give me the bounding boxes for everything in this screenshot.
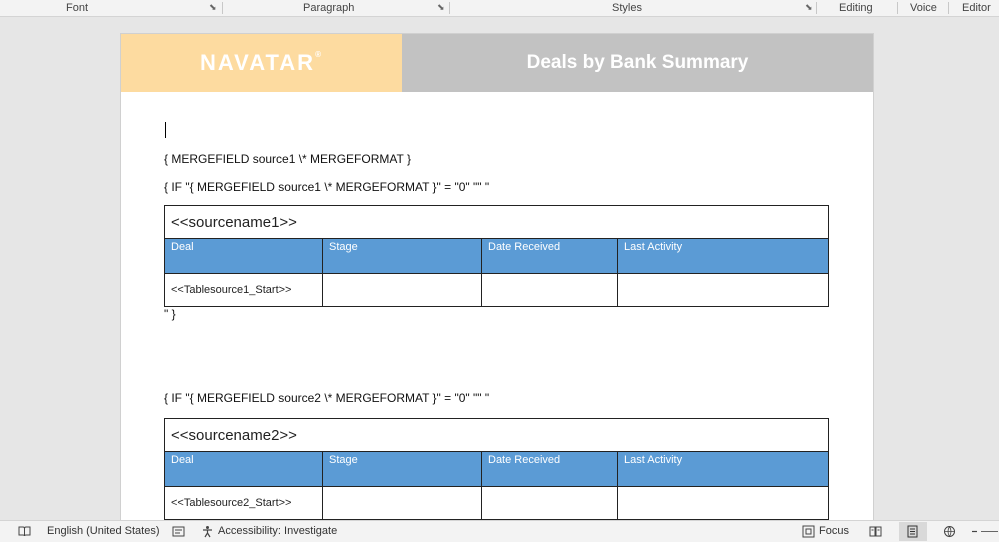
read-mode-icon[interactable] <box>869 525 882 538</box>
ribbon-group-labels: Font ⬊ Paragraph ⬊ Styles ⬊ Editing Voic… <box>0 0 999 17</box>
text-predictions-icon[interactable] <box>172 525 185 538</box>
if-source2-line[interactable]: { IF "{ MERGEFIELD source2 \* MERGEFORMA… <box>164 391 489 405</box>
ribbon-group-editing: Editing <box>817 0 897 16</box>
focus-button[interactable]: Focus <box>819 521 849 542</box>
font-dialog-launcher-icon[interactable]: ⬊ <box>209 3 218 12</box>
source2-table[interactable]: <<sourcename2>> Deal Stage Date Received… <box>164 418 829 520</box>
ribbon-group-editor: Editor <box>949 0 999 16</box>
table-cell[interactable] <box>481 273 618 307</box>
column-header-date-received[interactable]: Date Received <box>481 451 618 487</box>
book-icon[interactable] <box>18 525 31 538</box>
navatar-logo: NAVATAR® <box>200 50 323 75</box>
table-cell[interactable]: <<Tablesource2_Start>> <box>164 486 323 520</box>
logo-box: NAVATAR® <box>121 34 402 92</box>
column-header-last-activity[interactable]: Last Activity <box>617 451 829 487</box>
styles-dialog-launcher-icon[interactable]: ⬊ <box>805 3 814 12</box>
column-header-deal[interactable]: Deal <box>164 451 323 487</box>
mergefield-source1-line[interactable]: { MERGEFIELD source1 \* MERGEFORMAT } <box>164 152 411 166</box>
status-bar: English (United States) Accessibility: I… <box>0 520 999 542</box>
ribbon-group-styles: Styles ⬊ <box>450 0 816 16</box>
text-cursor <box>165 122 166 138</box>
column-header-stage[interactable]: Stage <box>322 238 482 274</box>
ribbon-group-styles-label: Styles <box>612 2 642 14</box>
column-header-deal[interactable]: Deal <box>164 238 323 274</box>
column-header-date-received[interactable]: Date Received <box>481 238 618 274</box>
ribbon-group-voice: Voice <box>898 0 948 16</box>
ribbon-group-editing-label: Editing <box>839 2 873 14</box>
column-header-stage[interactable]: Stage <box>322 451 482 487</box>
column-header-last-activity[interactable]: Last Activity <box>617 238 829 274</box>
if-source1-line[interactable]: { IF "{ MERGEFIELD source1 \* MERGEFORMA… <box>164 180 489 194</box>
table-cell[interactable] <box>617 486 829 520</box>
document-page[interactable]: NAVATAR® Deals by Bank Summary { MERGEFI… <box>120 33 874 520</box>
focus-icon[interactable] <box>802 525 815 538</box>
table-cell[interactable]: <<Tablesource1_Start>> <box>164 273 323 307</box>
source1-table[interactable]: <<sourcename1>> Deal Stage Date Received… <box>164 205 829 307</box>
web-layout-icon[interactable] <box>943 525 956 538</box>
table-cell[interactable] <box>322 486 482 520</box>
ribbon-group-paragraph: Paragraph ⬊ <box>223 0 449 16</box>
document-canvas[interactable]: NAVATAR® Deals by Bank Summary { MERGEFI… <box>0 17 999 520</box>
ribbon-group-editor-label: Editor <box>962 2 991 14</box>
document-header: NAVATAR® Deals by Bank Summary <box>121 34 873 92</box>
close-source1-line[interactable]: " } <box>164 307 176 321</box>
table-cell[interactable] <box>617 273 829 307</box>
zoom-slider[interactable] <box>972 525 998 538</box>
source2-name-cell[interactable]: <<sourcename2>> <box>164 418 829 452</box>
ribbon-group-paragraph-label: Paragraph <box>303 2 355 14</box>
table-cell[interactable] <box>322 273 482 307</box>
accessibility-status[interactable]: Accessibility: Investigate <box>218 521 337 542</box>
accessibility-icon[interactable] <box>201 525 214 538</box>
print-layout-icon[interactable] <box>906 525 919 538</box>
language-status[interactable]: English (United States) <box>47 521 160 542</box>
document-title: Deals by Bank Summary <box>526 52 749 73</box>
table-cell[interactable] <box>481 486 618 520</box>
ribbon-group-voice-label: Voice <box>910 2 937 14</box>
ribbon-group-font: Font ⬊ <box>0 0 222 16</box>
ribbon-group-font-label: Font <box>66 2 89 14</box>
paragraph-dialog-launcher-icon[interactable]: ⬊ <box>437 3 446 12</box>
source1-name-cell[interactable]: <<sourcename1>> <box>164 205 829 239</box>
title-box: Deals by Bank Summary <box>402 34 873 92</box>
